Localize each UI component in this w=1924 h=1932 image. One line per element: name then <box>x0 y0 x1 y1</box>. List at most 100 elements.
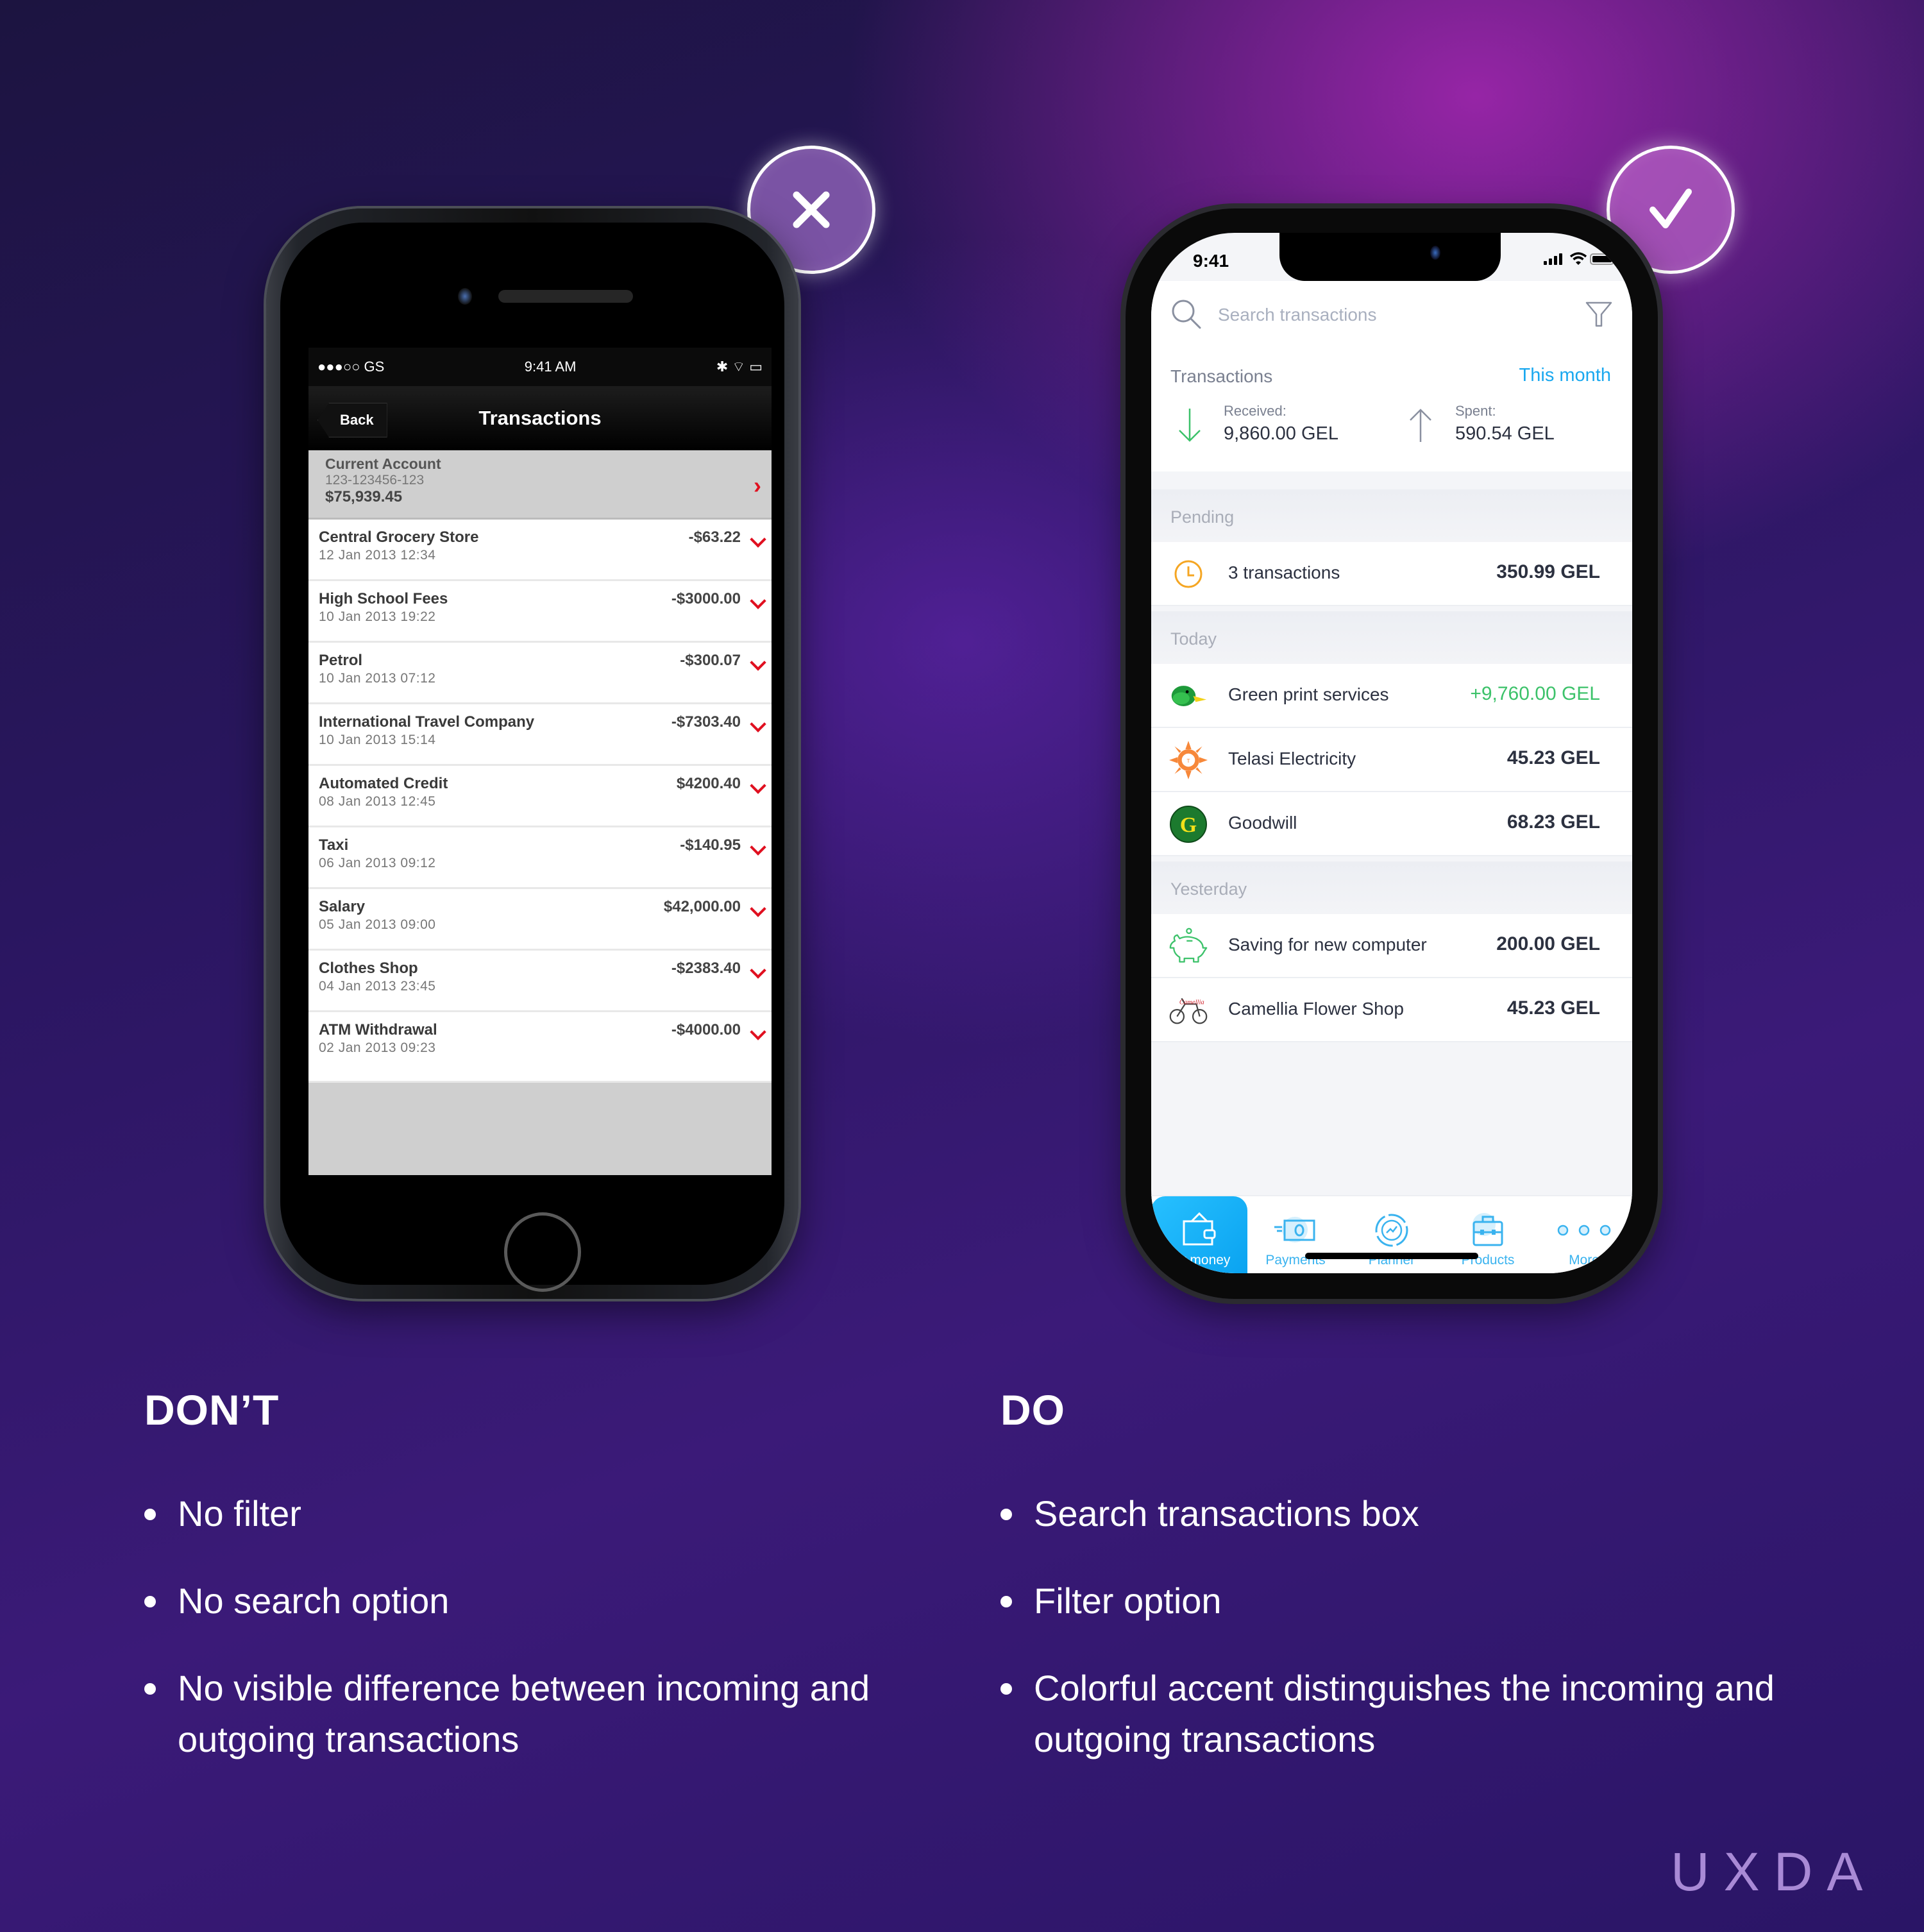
status-icons: ✱ ⌔ ▭ <box>716 359 763 375</box>
carrier-signal: ●●●○○ GS <box>317 359 385 375</box>
transaction-date: 05 Jan 2013 09:00 <box>319 917 436 932</box>
section-label: Pending <box>1170 507 1235 527</box>
transaction-row[interactable]: International Travel Company 10 Jan 2013 … <box>308 704 772 766</box>
transaction-amount: -$63.22 <box>688 529 741 546</box>
payments-icon <box>1273 1210 1318 1250</box>
tab-my-money[interactable]: My money <box>1151 1196 1247 1273</box>
transaction-date: 10 Jan 2013 15:14 <box>319 733 436 747</box>
piggy-bank-icon <box>1169 928 1208 964</box>
transaction-amount: $4200.40 <box>676 775 741 792</box>
transaction-row[interactable]: Camellia Camellia Flower Shop 45.23 GEL <box>1151 978 1632 1042</box>
account-balance: $75,939.45 <box>325 488 403 505</box>
svg-text:G: G <box>1180 813 1197 837</box>
sun-logo-icon: T <box>1169 741 1208 779</box>
pending-row[interactable]: 3 transactions 350.99 GEL <box>1151 542 1632 606</box>
tab-payments[interactable]: Payments <box>1247 1196 1344 1273</box>
filter-icon[interactable] <box>1585 300 1613 328</box>
transaction-amount: 45.23 GEL <box>1506 997 1600 1019</box>
clock-icon <box>1169 556 1208 592</box>
transaction-amount: -$300.07 <box>680 652 741 669</box>
arrow-up-icon <box>1410 409 1431 442</box>
account-number: 123-123456-123 <box>325 473 425 487</box>
dont-points: No filter No search option No visible diff… <box>144 1488 927 1801</box>
new-app-screen: 9:41 Transactions This month Received: 9… <box>1151 233 1632 1273</box>
goodwill-logo-icon: G <box>1169 806 1208 843</box>
transaction-date: 10 Jan 2013 19:22 <box>319 609 436 624</box>
transaction-row[interactable]: Salary 05 Jan 2013 09:00 $42,000.00 <box>308 889 772 951</box>
new-phone-mockup: 9:41 Transactions This month Received: 9… <box>1126 208 1658 1299</box>
transaction-list: Central Grocery Store 12 Jan 2013 12:34 -$… <box>308 520 772 1083</box>
home-button[interactable] <box>504 1212 581 1292</box>
more-dots-icon <box>1555 1210 1613 1250</box>
wifi-icon <box>1569 251 1587 268</box>
notch <box>1279 233 1501 281</box>
account-summary[interactable]: Current Account 123-123456-123 $75,939.4… <box>308 450 772 520</box>
search-bar <box>1151 281 1632 348</box>
briefcase-icon <box>1469 1210 1507 1250</box>
transaction-amount: -$4000.00 <box>671 1021 741 1038</box>
transaction-amount: 45.23 GEL <box>1506 747 1600 768</box>
transaction-date: 06 Jan 2013 09:12 <box>319 856 436 870</box>
transaction-date: 08 Jan 2013 12:45 <box>319 794 436 809</box>
transaction-row[interactable]: Taxi 06 Jan 2013 09:12 -$140.95 <box>308 827 772 889</box>
transaction-row[interactable]: High School Fees 10 Jan 2013 19:22 -$3000.… <box>308 581 772 643</box>
transaction-row[interactable]: Petrol 10 Jan 2013 07:12 -$300.07 <box>308 643 772 704</box>
transaction-amount: -$7303.40 <box>671 713 741 731</box>
received-label: Received: <box>1224 403 1287 419</box>
tab-label: More <box>1569 1253 1599 1267</box>
bullet-point: No search option <box>144 1575 927 1627</box>
pending-amount: 350.99 GEL <box>1496 561 1600 582</box>
status-time: 9:41 AM <box>524 359 577 375</box>
transactions-summary: Transactions This month Received: 9,860.… <box>1151 348 1632 471</box>
transaction-row[interactable]: Green print services +9,760.00 GEL <box>1151 664 1632 728</box>
transaction-row[interactable]: Central Grocery Store 12 Jan 2013 12:34 -$… <box>308 520 772 581</box>
search-input[interactable] <box>1217 303 1540 326</box>
spent-label: Spent: <box>1455 403 1496 419</box>
close-icon <box>793 191 830 228</box>
transaction-date: 10 Jan 2013 07:12 <box>319 671 436 686</box>
wallet-icon <box>1180 1210 1219 1250</box>
transaction-row[interactable]: G Goodwill 68.23 GEL <box>1151 792 1632 856</box>
transaction-name: Saving for new computer <box>1228 935 1427 954</box>
bicycle-logo-icon: Camellia <box>1169 992 1208 1028</box>
transaction-amount: $42,000.00 <box>663 898 741 915</box>
pending-label: 3 transactions <box>1228 563 1340 582</box>
transaction-row[interactable]: T Telasi Electricity 45.23 GEL <box>1151 728 1632 792</box>
transaction-date: 04 Jan 2013 23:45 <box>319 979 436 994</box>
tab-bar: My money Payments Planner Products More <box>1151 1195 1632 1273</box>
transaction-amount: 68.23 GEL <box>1506 811 1600 833</box>
transaction-amount: 200.00 GEL <box>1496 933 1600 954</box>
planner-icon <box>1372 1210 1411 1250</box>
transaction-amount: -$140.95 <box>680 836 741 854</box>
uxda-logo: UXDA <box>1671 1842 1877 1902</box>
front-camera <box>1430 246 1440 260</box>
bullet-point: No filter <box>144 1488 927 1539</box>
tab-planner[interactable]: Planner <box>1344 1196 1440 1273</box>
back-button[interactable]: Back <box>317 403 387 437</box>
period-selector[interactable]: This month <box>1519 365 1611 386</box>
do-points: Search transactions box Filter option Colo… <box>1000 1488 1783 1801</box>
duck-logo-icon <box>1169 678 1208 714</box>
do-heading: DO <box>1000 1386 1065 1434</box>
status-bar: ●●●○○ GS 9:41 AM ✱ ⌔ ▭ <box>308 348 772 386</box>
transaction-row[interactable]: Automated Credit 08 Jan 2013 12:45 $4200.4… <box>308 766 772 827</box>
transaction-name: Camellia Flower Shop <box>1228 999 1404 1019</box>
transaction-row[interactable]: Clothes Shop 04 Jan 2013 23:45 -$2383.40 <box>308 951 772 1012</box>
transaction-row[interactable]: Saving for new computer 200.00 GEL <box>1151 914 1632 978</box>
old-phone-mockup: ●●●○○ GS 9:41 AM ✱ ⌔ ▭ Back Transactions… <box>266 208 798 1299</box>
section-header-pending: Pending <box>1151 489 1632 542</box>
summary-title: Transactions <box>1170 366 1273 386</box>
section-header-today: Today <box>1151 611 1632 664</box>
battery-icon <box>1590 253 1614 265</box>
tab-products[interactable]: Products <box>1440 1196 1536 1273</box>
section-header-yesterday: Yesterday <box>1151 861 1632 914</box>
svg-text:T: T <box>1186 758 1190 764</box>
received-summary: Received: 9,860.00 GEL <box>1224 403 1338 445</box>
tab-more[interactable]: More <box>1536 1196 1632 1273</box>
spent-summary: Spent: 590.54 GEL <box>1455 403 1555 445</box>
home-indicator[interactable] <box>1305 1253 1478 1259</box>
received-value: 9,860.00 GEL <box>1224 423 1338 444</box>
transaction-row[interactable]: ATM Withdrawal 02 Jan 2013 09:23 -$4000.00 <box>308 1012 772 1083</box>
chevron-right-icon: › <box>754 472 761 498</box>
search-icon[interactable] <box>1170 298 1204 332</box>
